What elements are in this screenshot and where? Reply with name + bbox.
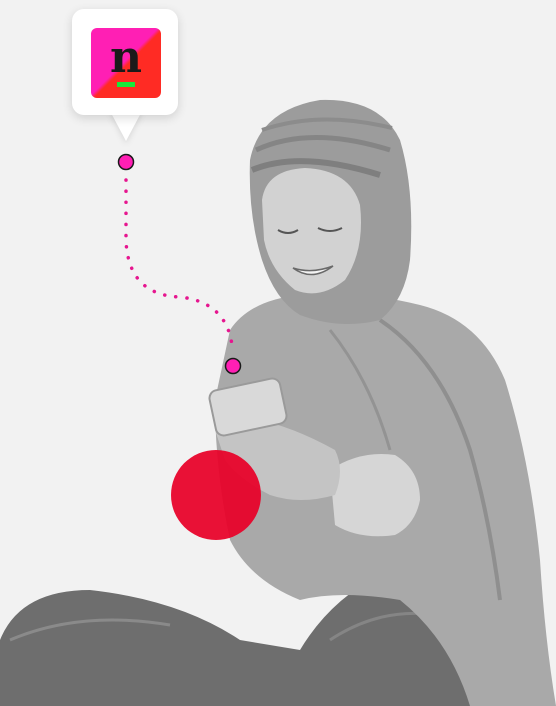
app-logo-icon: n [91,28,161,98]
connector-end-dot [224,357,242,375]
app-logo-underline [117,82,135,87]
app-logo-glyph: n [110,32,142,83]
accent-circle [171,450,261,540]
app-icon-callout: n [72,9,178,115]
connector-start-dot [117,153,135,171]
hero-illustration: n [0,0,556,706]
callout-pointer [110,111,142,141]
